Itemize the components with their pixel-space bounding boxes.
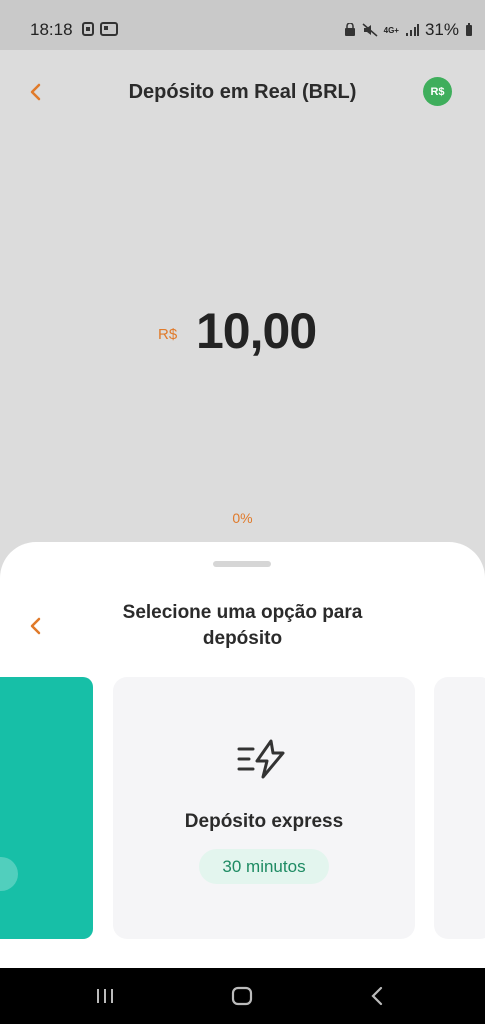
amount-percent: 0% (232, 510, 253, 526)
recent-apps-icon (97, 989, 113, 1003)
app-header: Depósito em Real (BRL) R$ (0, 50, 485, 130)
back-button[interactable] (352, 968, 402, 1024)
page-title: Depósito em Real (BRL) (128, 81, 357, 103)
notification-icon (82, 22, 94, 36)
lock-icon (344, 23, 355, 36)
amount-currency: R$ (158, 326, 178, 343)
battery-icon (466, 23, 472, 36)
sheet-back-chevron-icon[interactable] (28, 617, 42, 635)
status-time: 18:18 (30, 20, 73, 39)
network-type: 4G+ (383, 25, 399, 35)
deposit-time-chip: 30 minutos (199, 849, 329, 884)
recent-apps-button[interactable] (80, 968, 130, 1024)
deposit-option-title: Depósito express (184, 811, 344, 832)
status-bar: 18:18 4G+ 31% (0, 0, 485, 50)
back-icon (371, 986, 383, 1006)
card-decoration (0, 857, 18, 891)
deposit-option-card-previous[interactable] (0, 677, 93, 939)
sheet-title: Selecione uma opção para depósito (122, 602, 363, 649)
amount-value: 10,00 (196, 303, 317, 359)
lightning-icon (237, 739, 285, 779)
deposit-option-card-next[interactable] (434, 677, 485, 939)
home-button[interactable] (217, 968, 267, 1024)
deposit-option-card[interactable]: Depósito express 30 minutos (113, 677, 415, 939)
app-notification-icon (100, 22, 118, 36)
signal-icon (405, 24, 419, 36)
mute-icon (362, 23, 378, 37)
bottom-sheet: Selecione uma opção para depósito Depósi… (0, 542, 485, 968)
currency-badge: R$ (423, 77, 452, 106)
battery-percent: 31% (424, 20, 459, 39)
navigation-bar (0, 968, 485, 1024)
home-icon (231, 986, 253, 1006)
sheet-handle[interactable] (213, 561, 271, 567)
